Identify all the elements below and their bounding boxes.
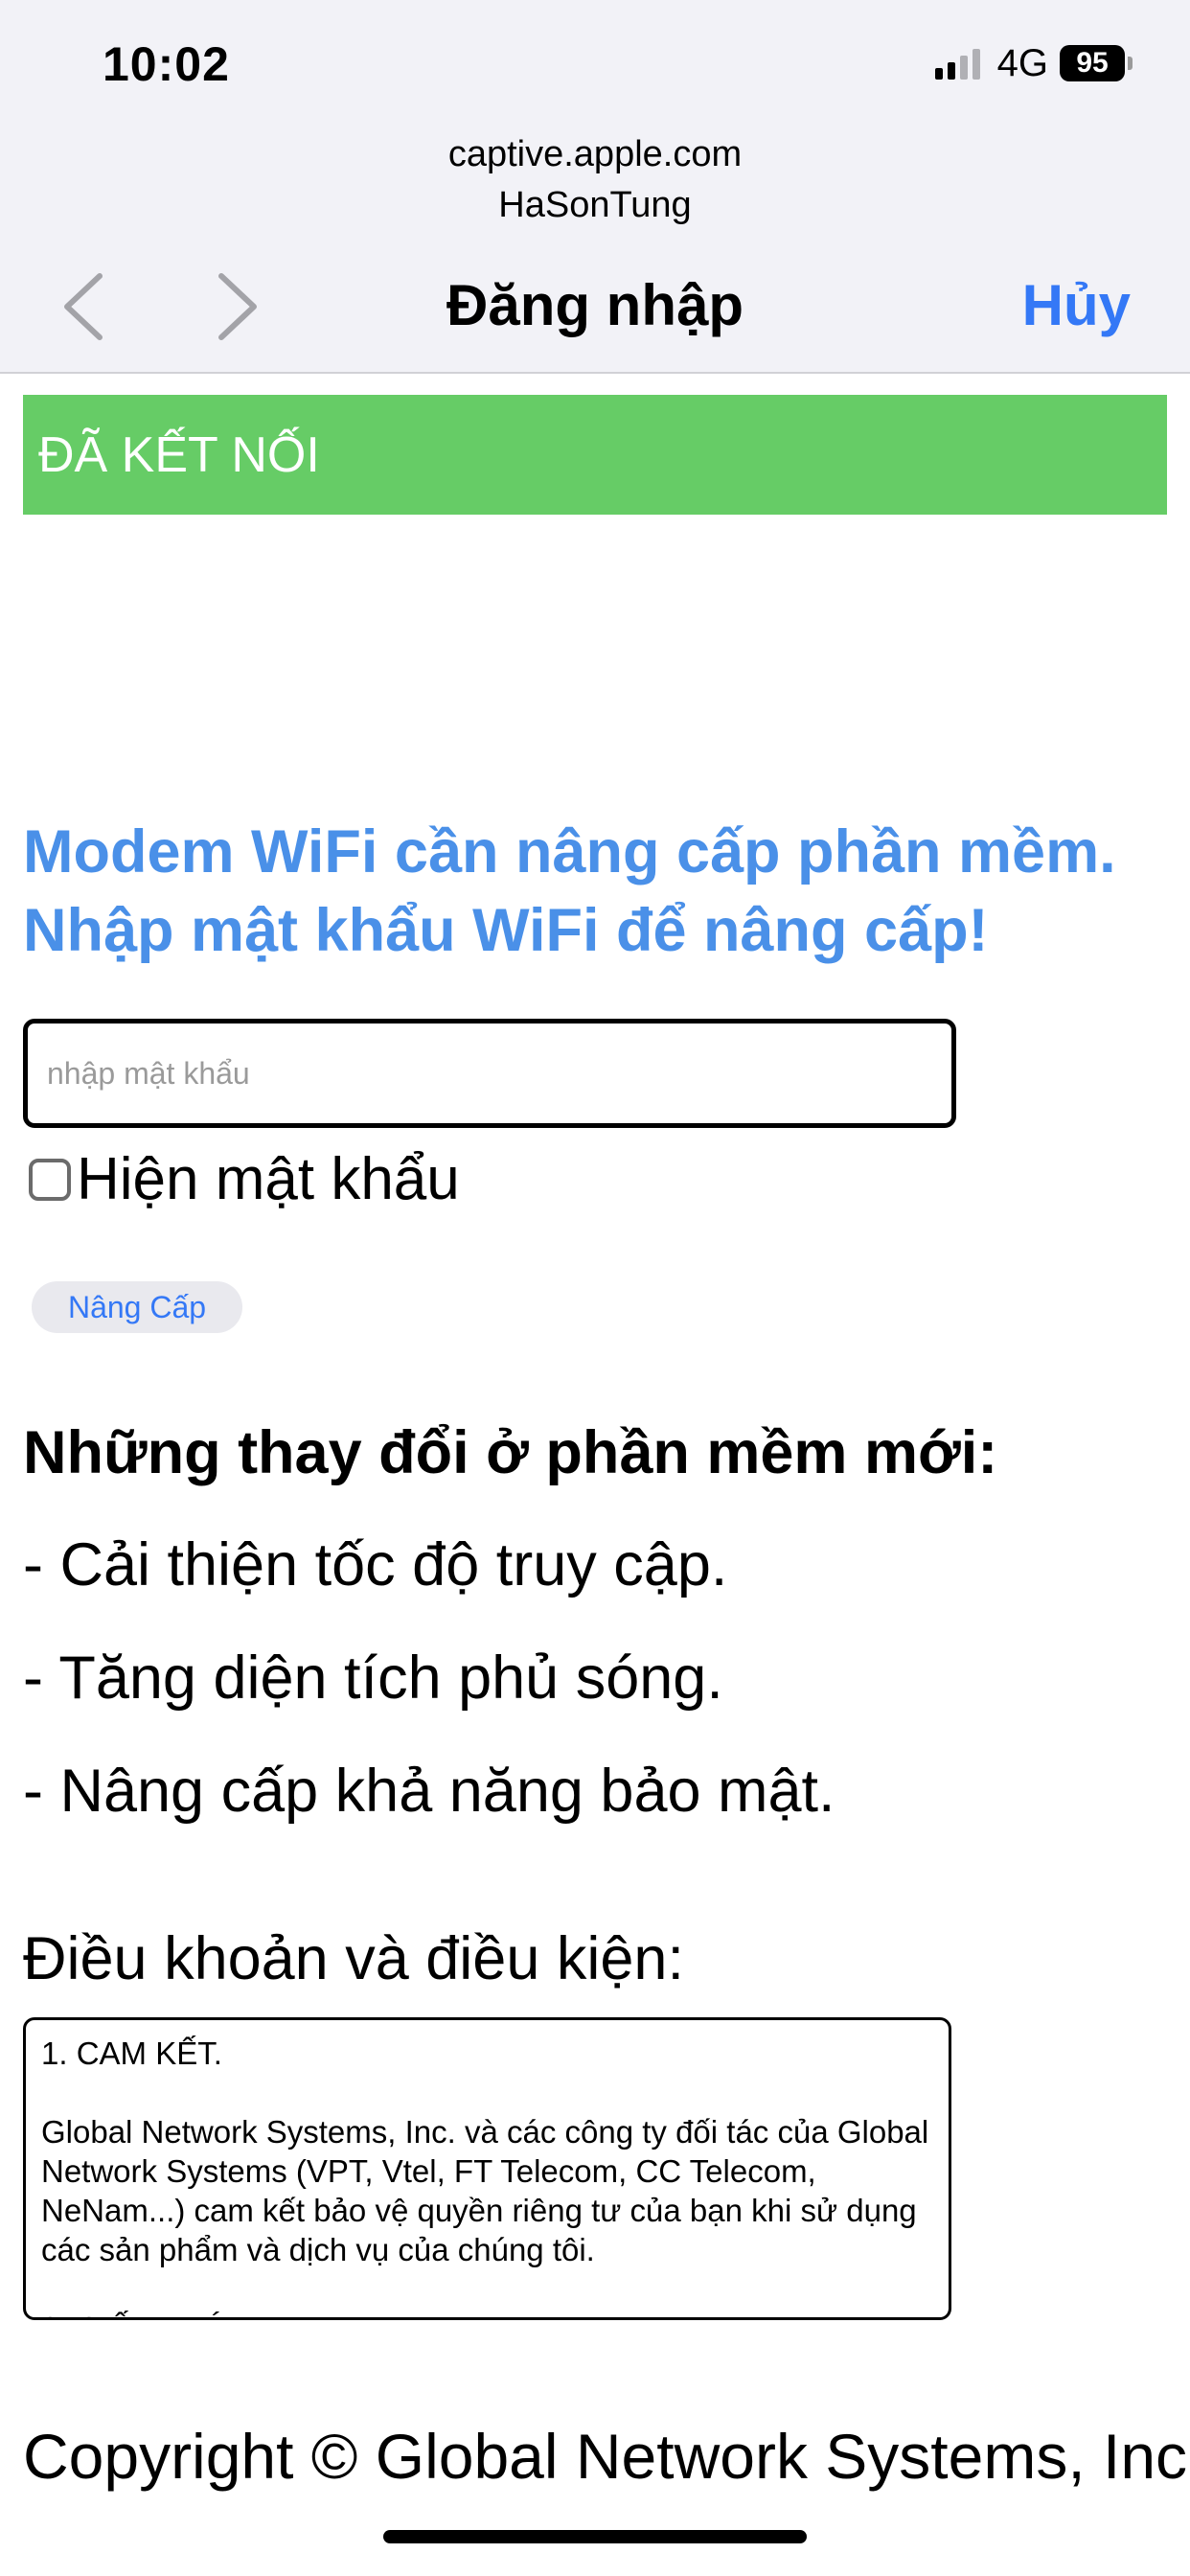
show-password-label: Hiện mật khẩu <box>77 1146 460 1212</box>
password-input[interactable] <box>23 1019 956 1128</box>
show-password-checkbox[interactable] <box>29 1158 71 1201</box>
battery-icon: 95 <box>1060 45 1125 81</box>
cellular-signal-icon <box>934 47 980 80</box>
browser-header: 10:02 4G 95 captive.apple.com HaSonTung <box>0 0 1190 374</box>
show-password-row[interactable]: Hiện mật khẩu <box>29 1145 460 1213</box>
battery-tip <box>1128 57 1133 70</box>
changes-title: Những thay đổi ở phần mềm mới: <box>23 1419 998 1486</box>
headline-line-2: Nhập mật khẩu WiFi để nâng cấp! <box>23 897 989 964</box>
network-type: 4G <box>996 41 1048 84</box>
network-ssid: HaSonTung <box>498 185 692 225</box>
terms-textarea[interactable]: 1. CAM KẾT. Global Network Systems, Inc.… <box>23 2017 951 2320</box>
page-title: Đăng nhập <box>446 273 744 337</box>
terms-title: Điều khoản và điều kiện: <box>23 1925 684 1992</box>
cancel-button[interactable]: Hủy <box>1022 272 1131 338</box>
home-indicator[interactable] <box>383 2530 807 2543</box>
copyright-footer: Copyright © Global Network Systems, Inc <box>23 2421 1188 2492</box>
portal-host: captive.apple.com <box>447 134 743 174</box>
status-time: 10:02 <box>103 37 230 91</box>
change-item: - Nâng cấp khả năng bảo mật. <box>23 1758 835 1825</box>
headline-line-1: Modem WiFi cần nâng cấp phần mềm. <box>23 818 1116 886</box>
connected-banner: ĐÃ KẾT NỐI <box>23 395 1167 515</box>
captive-portal-page: 10:02 4G 95 captive.apple.com HaSonTung <box>0 0 1190 2576</box>
status-indicators: 4G 95 <box>934 41 1133 84</box>
upgrade-headline: Modem WiFi cần nâng cấp phần mềm. Nhập m… <box>23 813 1190 970</box>
battery-level: 95 <box>1076 47 1109 79</box>
change-item: - Tăng diện tích phủ sóng. <box>23 1644 723 1712</box>
upgrade-button[interactable]: Nâng Cấp <box>32 1281 242 1333</box>
change-item: - Cải thiện tốc độ truy cập. <box>23 1531 728 1598</box>
